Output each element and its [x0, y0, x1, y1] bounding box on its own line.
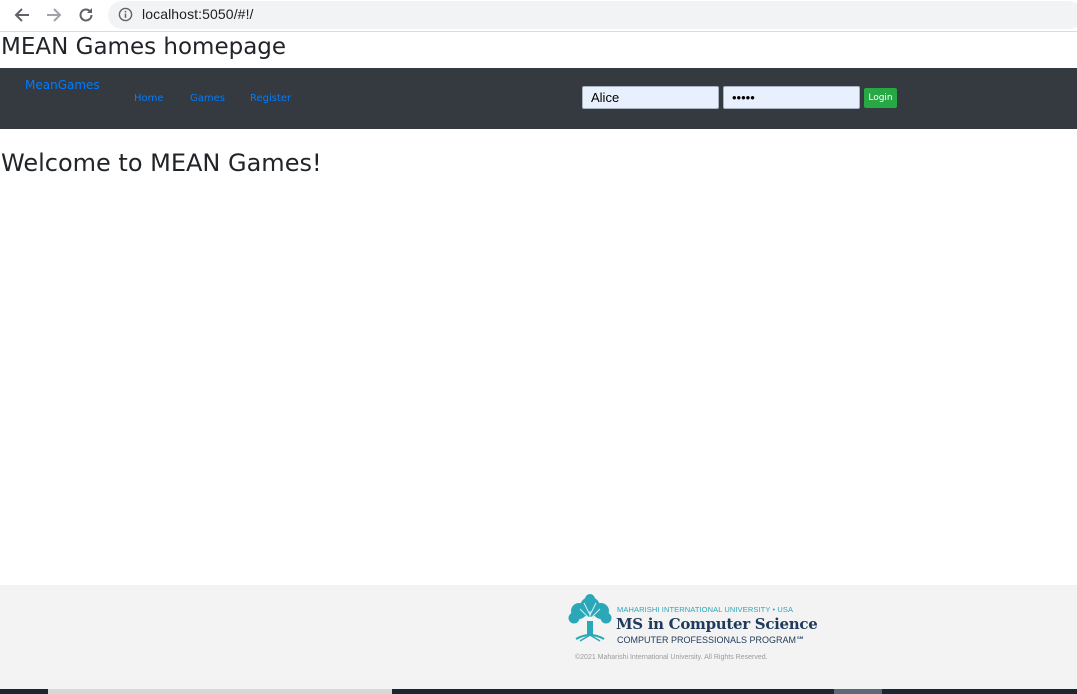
taskbar-search[interactable]: [48, 689, 392, 694]
logo-university-name: MAHARISHI INTERNATIONAL UNIVERSITY • USA: [617, 605, 794, 614]
navbar: MeanGames Home Games Register Alice ••••…: [0, 68, 1077, 129]
taskbar-item[interactable]: [834, 689, 882, 694]
browser-toolbar: localhost:5050/#!/: [0, 0, 1077, 32]
logo-program-title: MS in Computer Science: [616, 615, 818, 633]
footer: MAHARISHI INTERNATIONAL UNIVERSITY • USA…: [0, 585, 1077, 689]
logo-program-subtitle: COMPUTER PROFESSIONALS PROGRAM℠: [617, 635, 806, 645]
taskbar: [0, 689, 1077, 694]
back-button[interactable]: [10, 4, 34, 26]
tree-logo-icon: [568, 594, 612, 642]
address-bar[interactable]: localhost:5050/#!/: [108, 1, 1077, 29]
nav-link-games[interactable]: Games: [190, 93, 225, 104]
username-input[interactable]: Alice: [582, 86, 719, 109]
reload-icon: [79, 8, 93, 22]
forward-arrow-icon: [47, 8, 62, 22]
reload-button[interactable]: [74, 4, 98, 26]
url-text[interactable]: localhost:5050/#!/: [142, 6, 254, 22]
page-title: MEAN Games homepage: [1, 34, 287, 60]
back-arrow-icon: [14, 8, 29, 22]
welcome-heading: Welcome to MEAN Games!: [1, 149, 322, 177]
login-button[interactable]: Login: [864, 88, 897, 108]
brand-link[interactable]: MeanGames: [25, 78, 100, 92]
nav-link-home[interactable]: Home: [134, 93, 164, 104]
forward-button[interactable]: [42, 4, 66, 26]
university-logo[interactable]: MAHARISHI INTERNATIONAL UNIVERSITY • USA…: [566, 593, 818, 645]
info-icon[interactable]: [118, 7, 133, 22]
nav-link-register[interactable]: Register: [250, 93, 291, 104]
password-input[interactable]: •••••: [723, 86, 860, 109]
copyright-text: ©2021 Maharishi International University…: [575, 654, 768, 661]
